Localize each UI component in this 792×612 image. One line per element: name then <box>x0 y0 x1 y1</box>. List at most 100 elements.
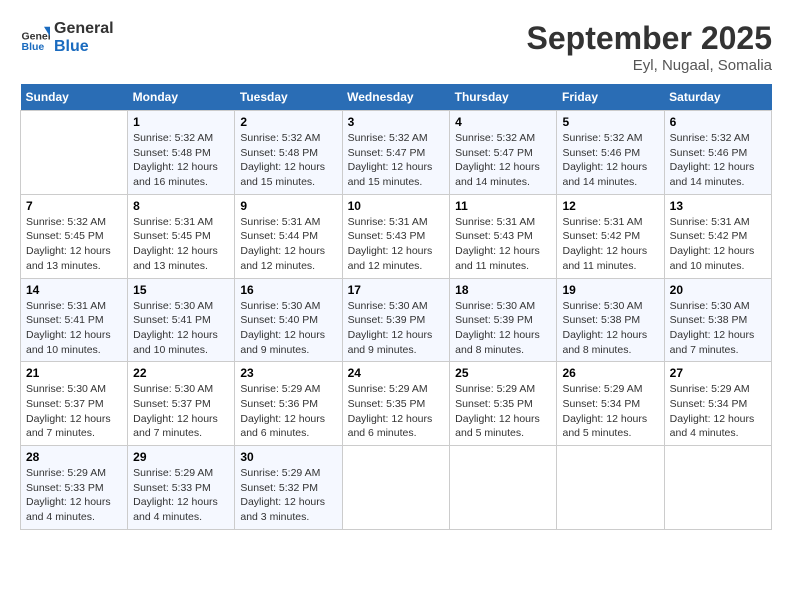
day-number: 12 <box>562 199 658 213</box>
day-info: Sunrise: 5:30 AMSunset: 5:38 PMDaylight:… <box>562 299 658 358</box>
calendar-cell <box>342 446 450 530</box>
logo-line1: General <box>54 20 114 38</box>
day-info: Sunrise: 5:29 AMSunset: 5:32 PMDaylight:… <box>240 466 336 525</box>
column-header-saturday: Saturday <box>664 84 771 111</box>
calendar-week-3: 14 Sunrise: 5:31 AMSunset: 5:41 PMDayligh… <box>21 278 772 362</box>
calendar-cell: 23 Sunrise: 5:29 AMSunset: 5:36 PMDayligh… <box>235 362 342 446</box>
day-number: 17 <box>348 283 445 297</box>
day-number: 1 <box>133 115 229 129</box>
calendar-cell: 16Sunrise: 5:30 AMSunset: 5:40 PMDayligh… <box>235 278 342 362</box>
calendar-cell: 18 Sunrise: 5:30 AMSunset: 5:39 PMDayligh… <box>450 278 557 362</box>
calendar-cell: 6 Sunrise: 5:32 AMSunset: 5:46 PMDaylight… <box>664 111 771 195</box>
day-number: 26 <box>562 366 658 380</box>
column-header-sunday: Sunday <box>21 84 128 111</box>
day-info: Sunrise: 5:29 AMSunset: 5:35 PMDaylight:… <box>348 382 445 441</box>
day-info: Sunrise: 5:30 AMSunset: 5:39 PMDaylight:… <box>455 299 551 358</box>
calendar-cell: 24 Sunrise: 5:29 AMSunset: 5:35 PMDayligh… <box>342 362 450 446</box>
calendar-cell: 14 Sunrise: 5:31 AMSunset: 5:41 PMDayligh… <box>21 278 128 362</box>
calendar-cell <box>664 446 771 530</box>
logo-line2: Blue <box>54 38 114 56</box>
calendar-cell: 29 Sunrise: 5:29 AMSunset: 5:33 PMDayligh… <box>128 446 235 530</box>
day-info: Sunrise: 5:30 AMSunset: 5:39 PMDaylight:… <box>348 299 445 358</box>
day-number: 7 <box>26 199 122 213</box>
day-info: Sunrise: 5:32 AMSunset: 5:48 PMDaylight:… <box>240 131 336 190</box>
day-number: 19 <box>562 283 658 297</box>
month-title: September 2025 <box>527 20 772 57</box>
day-number: 6 <box>670 115 766 129</box>
day-info: Sunrise: 5:29 AMSunset: 5:34 PMDaylight:… <box>670 382 766 441</box>
calendar-cell: 22 Sunrise: 5:30 AMSunset: 5:37 PMDayligh… <box>128 362 235 446</box>
day-number: 23 <box>240 366 336 380</box>
day-number: 11 <box>455 199 551 213</box>
column-header-thursday: Thursday <box>450 84 557 111</box>
day-info: Sunrise: 5:32 AMSunset: 5:47 PMDaylight:… <box>455 131 551 190</box>
column-header-friday: Friday <box>557 84 664 111</box>
calendar-cell: 20 Sunrise: 5:30 AMSunset: 5:38 PMDayligh… <box>664 278 771 362</box>
calendar-week-4: 21Sunrise: 5:30 AMSunset: 5:37 PMDayligh… <box>21 362 772 446</box>
day-info: Sunrise: 5:32 AMSunset: 5:48 PMDaylight:… <box>133 131 229 190</box>
calendar-cell: 9 Sunrise: 5:31 AMSunset: 5:44 PMDaylight… <box>235 194 342 278</box>
calendar-cell: 11 Sunrise: 5:31 AMSunset: 5:43 PMDayligh… <box>450 194 557 278</box>
column-header-wednesday: Wednesday <box>342 84 450 111</box>
day-number: 2 <box>240 115 336 129</box>
calendar-cell <box>450 446 557 530</box>
day-number: 28 <box>26 450 122 464</box>
day-number: 9 <box>240 199 336 213</box>
location: Eyl, Nugaal, Somalia <box>527 57 772 74</box>
day-number: 14 <box>26 283 122 297</box>
calendar-cell: 15 Sunrise: 5:30 AMSunset: 5:41 PMDayligh… <box>128 278 235 362</box>
calendar-cell: 5Sunrise: 5:32 AMSunset: 5:46 PMDaylight… <box>557 111 664 195</box>
calendar-cell: 30 Sunrise: 5:29 AMSunset: 5:32 PMDayligh… <box>235 446 342 530</box>
calendar-cell: 19 Sunrise: 5:30 AMSunset: 5:38 PMDayligh… <box>557 278 664 362</box>
day-number: 16 <box>240 283 336 297</box>
calendar-cell <box>557 446 664 530</box>
day-info: Sunrise: 5:30 AMSunset: 5:37 PMDaylight:… <box>133 382 229 441</box>
day-number: 13 <box>670 199 766 213</box>
column-header-tuesday: Tuesday <box>235 84 342 111</box>
day-info: Sunrise: 5:31 AMSunset: 5:43 PMDaylight:… <box>455 215 551 274</box>
calendar-cell: 21Sunrise: 5:30 AMSunset: 5:37 PMDayligh… <box>21 362 128 446</box>
calendar-cell: 17 Sunrise: 5:30 AMSunset: 5:39 PMDayligh… <box>342 278 450 362</box>
day-info: Sunrise: 5:32 AMSunset: 5:45 PMDaylight:… <box>26 215 122 274</box>
calendar-cell: 2 Sunrise: 5:32 AMSunset: 5:48 PMDaylight… <box>235 111 342 195</box>
calendar-cell: 27Sunrise: 5:29 AMSunset: 5:34 PMDayligh… <box>664 362 771 446</box>
day-number: 15 <box>133 283 229 297</box>
calendar-week-2: 7 Sunrise: 5:32 AMSunset: 5:45 PMDaylight… <box>21 194 772 278</box>
day-info: Sunrise: 5:30 AMSunset: 5:41 PMDaylight:… <box>133 299 229 358</box>
day-info: Sunrise: 5:29 AMSunset: 5:33 PMDaylight:… <box>26 466 122 525</box>
day-number: 18 <box>455 283 551 297</box>
day-number: 30 <box>240 450 336 464</box>
day-info: Sunrise: 5:29 AMSunset: 5:36 PMDaylight:… <box>240 382 336 441</box>
calendar-cell: 10Sunrise: 5:31 AMSunset: 5:43 PMDayligh… <box>342 194 450 278</box>
day-number: 5 <box>562 115 658 129</box>
day-info: Sunrise: 5:31 AMSunset: 5:44 PMDaylight:… <box>240 215 336 274</box>
calendar-cell: 26 Sunrise: 5:29 AMSunset: 5:34 PMDayligh… <box>557 362 664 446</box>
page-header: General Blue General Blue September 2025… <box>20 20 772 74</box>
calendar-cell: 28 Sunrise: 5:29 AMSunset: 5:33 PMDayligh… <box>21 446 128 530</box>
calendar-table: SundayMondayTuesdayWednesdayThursdayFrid… <box>20 84 772 530</box>
calendar-cell: 8Sunrise: 5:31 AMSunset: 5:45 PMDaylight… <box>128 194 235 278</box>
calendar-cell: 13 Sunrise: 5:31 AMSunset: 5:42 PMDayligh… <box>664 194 771 278</box>
day-info: Sunrise: 5:29 AMSunset: 5:33 PMDaylight:… <box>133 466 229 525</box>
day-info: Sunrise: 5:30 AMSunset: 5:37 PMDaylight:… <box>26 382 122 441</box>
day-number: 20 <box>670 283 766 297</box>
day-info: Sunrise: 5:29 AMSunset: 5:34 PMDaylight:… <box>562 382 658 441</box>
calendar-cell <box>21 111 128 195</box>
day-info: Sunrise: 5:30 AMSunset: 5:38 PMDaylight:… <box>670 299 766 358</box>
day-info: Sunrise: 5:32 AMSunset: 5:46 PMDaylight:… <box>670 131 766 190</box>
day-number: 10 <box>348 199 445 213</box>
day-info: Sunrise: 5:31 AMSunset: 5:41 PMDaylight:… <box>26 299 122 358</box>
day-info: Sunrise: 5:29 AMSunset: 5:35 PMDaylight:… <box>455 382 551 441</box>
column-header-monday: Monday <box>128 84 235 111</box>
day-number: 29 <box>133 450 229 464</box>
calendar-week-5: 28 Sunrise: 5:29 AMSunset: 5:33 PMDayligh… <box>21 446 772 530</box>
calendar-cell: 25Sunrise: 5:29 AMSunset: 5:35 PMDayligh… <box>450 362 557 446</box>
svg-text:Blue: Blue <box>22 41 45 53</box>
title-block: September 2025 Eyl, Nugaal, Somalia <box>527 20 772 74</box>
day-number: 22 <box>133 366 229 380</box>
calendar-cell: 7 Sunrise: 5:32 AMSunset: 5:45 PMDaylight… <box>21 194 128 278</box>
day-number: 24 <box>348 366 445 380</box>
day-info: Sunrise: 5:31 AMSunset: 5:45 PMDaylight:… <box>133 215 229 274</box>
calendar-cell: 1 Sunrise: 5:32 AMSunset: 5:48 PMDaylight… <box>128 111 235 195</box>
day-info: Sunrise: 5:31 AMSunset: 5:42 PMDaylight:… <box>670 215 766 274</box>
